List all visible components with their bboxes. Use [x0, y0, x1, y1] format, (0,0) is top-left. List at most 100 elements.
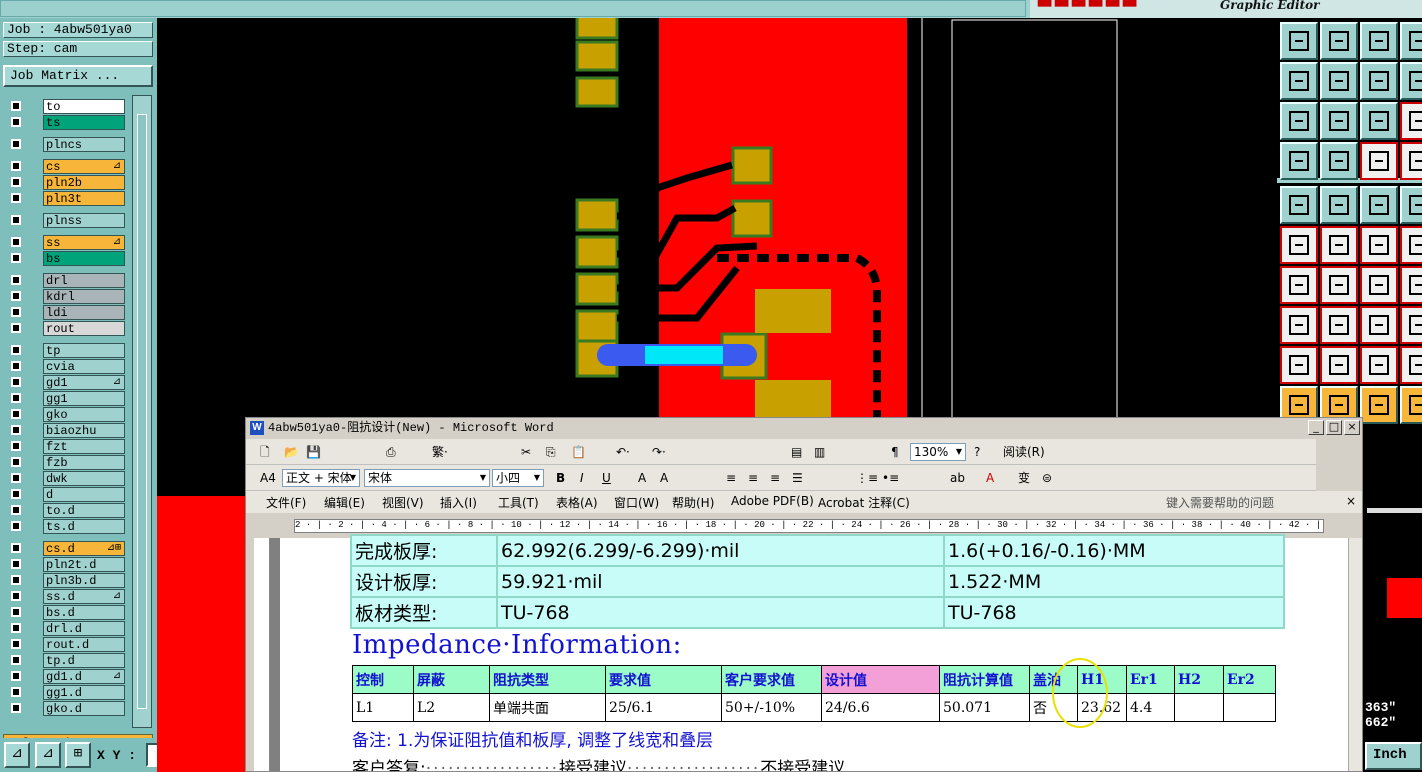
layer-checkbox[interactable] — [11, 505, 21, 515]
layer-row[interactable]: bs.d — [5, 605, 127, 620]
layer-row[interactable]: plncs — [5, 137, 127, 152]
italic-button[interactable]: I — [580, 469, 584, 487]
layer-row[interactable]: to.d — [5, 503, 127, 518]
layer-row[interactable]: ts — [5, 115, 127, 130]
new-doc-icon[interactable]: 🗋 — [260, 443, 270, 461]
layer-row[interactable]: pln3b.d — [5, 573, 127, 588]
align-left-icon[interactable] — [1280, 62, 1318, 100]
layer-row[interactable]: bs — [5, 251, 127, 266]
square-icon[interactable] — [1400, 186, 1422, 224]
layer-checkbox[interactable] — [11, 425, 21, 435]
layer-checkbox[interactable] — [11, 117, 21, 127]
layer-checkbox[interactable] — [11, 361, 21, 371]
layer-name[interactable]: plnss — [43, 213, 125, 228]
layer-name[interactable]: dwk — [43, 471, 125, 486]
layer-row[interactable]: gko.d — [5, 701, 127, 716]
print-icon[interactable]: ⎙ — [386, 443, 396, 461]
layer-checkbox[interactable] — [11, 409, 21, 419]
layer-row[interactable]: biaozhu — [5, 423, 127, 438]
layer-row[interactable]: gd1 ⊿ — [5, 375, 127, 390]
layer-name[interactable]: pln2t.d — [43, 557, 125, 572]
layer-checkbox[interactable] — [11, 393, 21, 403]
layer-name[interactable]: gd1 ⊿ — [43, 375, 125, 390]
columns-icon[interactable]: ▥ — [814, 443, 825, 461]
layer-checkbox[interactable] — [11, 473, 21, 483]
layer-row[interactable]: rout.d — [5, 637, 127, 652]
layer-name[interactable]: pln3t — [43, 191, 125, 206]
layer-row[interactable]: tp.d — [5, 653, 127, 668]
step-icon[interactable] — [1400, 386, 1422, 424]
layer-checkbox[interactable] — [11, 703, 21, 713]
line-icon[interactable] — [1320, 186, 1358, 224]
layer-name[interactable]: drl — [43, 273, 125, 288]
layer-checkbox[interactable] — [11, 441, 21, 451]
layers2-icon[interactable] — [1400, 142, 1422, 180]
layer-row[interactable]: to — [5, 99, 127, 114]
layer-name[interactable]: rout — [43, 321, 125, 336]
save-icon[interactable]: 💾 — [306, 443, 321, 461]
layer-row[interactable]: cvia — [5, 359, 127, 374]
node2-icon[interactable] — [1400, 226, 1422, 264]
layer-name[interactable]: rout.d — [43, 637, 125, 652]
menu-acrobat[interactable]: Acrobat 注释(C) — [818, 494, 910, 511]
document-scrollbar[interactable] — [1348, 538, 1362, 771]
layer-name[interactable]: bs — [43, 251, 125, 266]
layer-name[interactable]: fzt — [43, 439, 125, 454]
layer-checkbox[interactable] — [11, 139, 21, 149]
measure-icon[interactable]: ⊿ — [35, 742, 61, 768]
layer-name[interactable]: cvia — [43, 359, 125, 374]
layer-checkbox[interactable] — [11, 559, 21, 569]
numbering-icon[interactable]: ⋮≡ — [856, 469, 878, 487]
layer-name[interactable]: to — [43, 99, 125, 114]
undo-icon[interactable]: ↶· — [616, 443, 630, 461]
font-color-icon[interactable]: A — [986, 469, 994, 487]
layer-checkbox[interactable] — [11, 101, 21, 111]
layer-row[interactable]: cs ⊿ — [5, 159, 127, 174]
layer-row[interactable]: pln2b — [5, 175, 127, 190]
layer-row[interactable]: d — [5, 487, 127, 502]
layer-checkbox[interactable] — [11, 161, 21, 171]
scale-icon[interactable] — [1360, 102, 1398, 140]
tools-icon[interactable] — [1280, 142, 1318, 180]
layer-row[interactable]: cs.d ⊿⊞ — [5, 541, 127, 556]
phonetic-icon[interactable]: 变 — [1018, 469, 1030, 487]
menu-adobe-pdf[interactable]: Adobe PDF(B) — [731, 494, 814, 508]
layer-name[interactable]: biaozhu — [43, 423, 125, 438]
help-icon[interactable] — [1400, 22, 1422, 60]
layer-checkbox[interactable] — [11, 177, 21, 187]
enclose-char-icon[interactable]: ⊜ — [1042, 469, 1052, 487]
angle-icon[interactable] — [1280, 266, 1318, 304]
layer-name[interactable]: pln2b — [43, 175, 125, 190]
fill-icon[interactable] — [1400, 266, 1422, 304]
menu-view[interactable]: 视图(V) — [382, 494, 424, 511]
layer-checkbox[interactable] — [11, 307, 21, 317]
scroll-thumb[interactable] — [137, 114, 147, 709]
layer-row[interactable]: tp — [5, 343, 127, 358]
nodes-icon[interactable] — [1280, 306, 1318, 344]
layer-name[interactable]: gg1.d — [43, 685, 125, 700]
layer-name[interactable]: ss ⊿ — [43, 235, 125, 250]
style-combo[interactable]: 正文 + 宋体 ▼ — [282, 469, 360, 487]
arrow-down-icon[interactable] — [1320, 22, 1358, 60]
layer-row[interactable]: gg1.d — [5, 685, 127, 700]
help-search-input[interactable]: 键入需要帮助的问题 — [1166, 494, 1341, 510]
layer-checkbox[interactable] — [11, 377, 21, 387]
layer-name[interactable]: kdrl — [43, 289, 125, 304]
layer-row[interactable]: ss ⊿ — [5, 235, 127, 250]
layer-name[interactable]: cs.d ⊿⊞ — [43, 541, 125, 556]
layer-checkbox[interactable] — [11, 345, 21, 355]
layer-checkbox[interactable] — [11, 253, 21, 263]
layer-checkbox[interactable] — [11, 323, 21, 333]
justify-icon[interactable]: ☰ — [792, 469, 803, 487]
layer-name[interactable]: drl.d — [43, 621, 125, 636]
layer-checkbox[interactable] — [11, 543, 21, 553]
paste-icon[interactable]: 📋 — [571, 443, 586, 461]
cut-icon[interactable]: ✂ — [521, 443, 531, 461]
menu-table[interactable]: 表格(A) — [556, 494, 598, 511]
open-icon[interactable]: 📂 — [284, 443, 299, 461]
minimize-button[interactable]: _ — [1308, 420, 1324, 435]
menu-window[interactable]: 窗口(W) — [614, 494, 659, 511]
layer-name[interactable]: fzb — [43, 455, 125, 470]
layer-name[interactable]: to.d — [43, 503, 125, 518]
layer-name[interactable]: pln3b.d — [43, 573, 125, 588]
